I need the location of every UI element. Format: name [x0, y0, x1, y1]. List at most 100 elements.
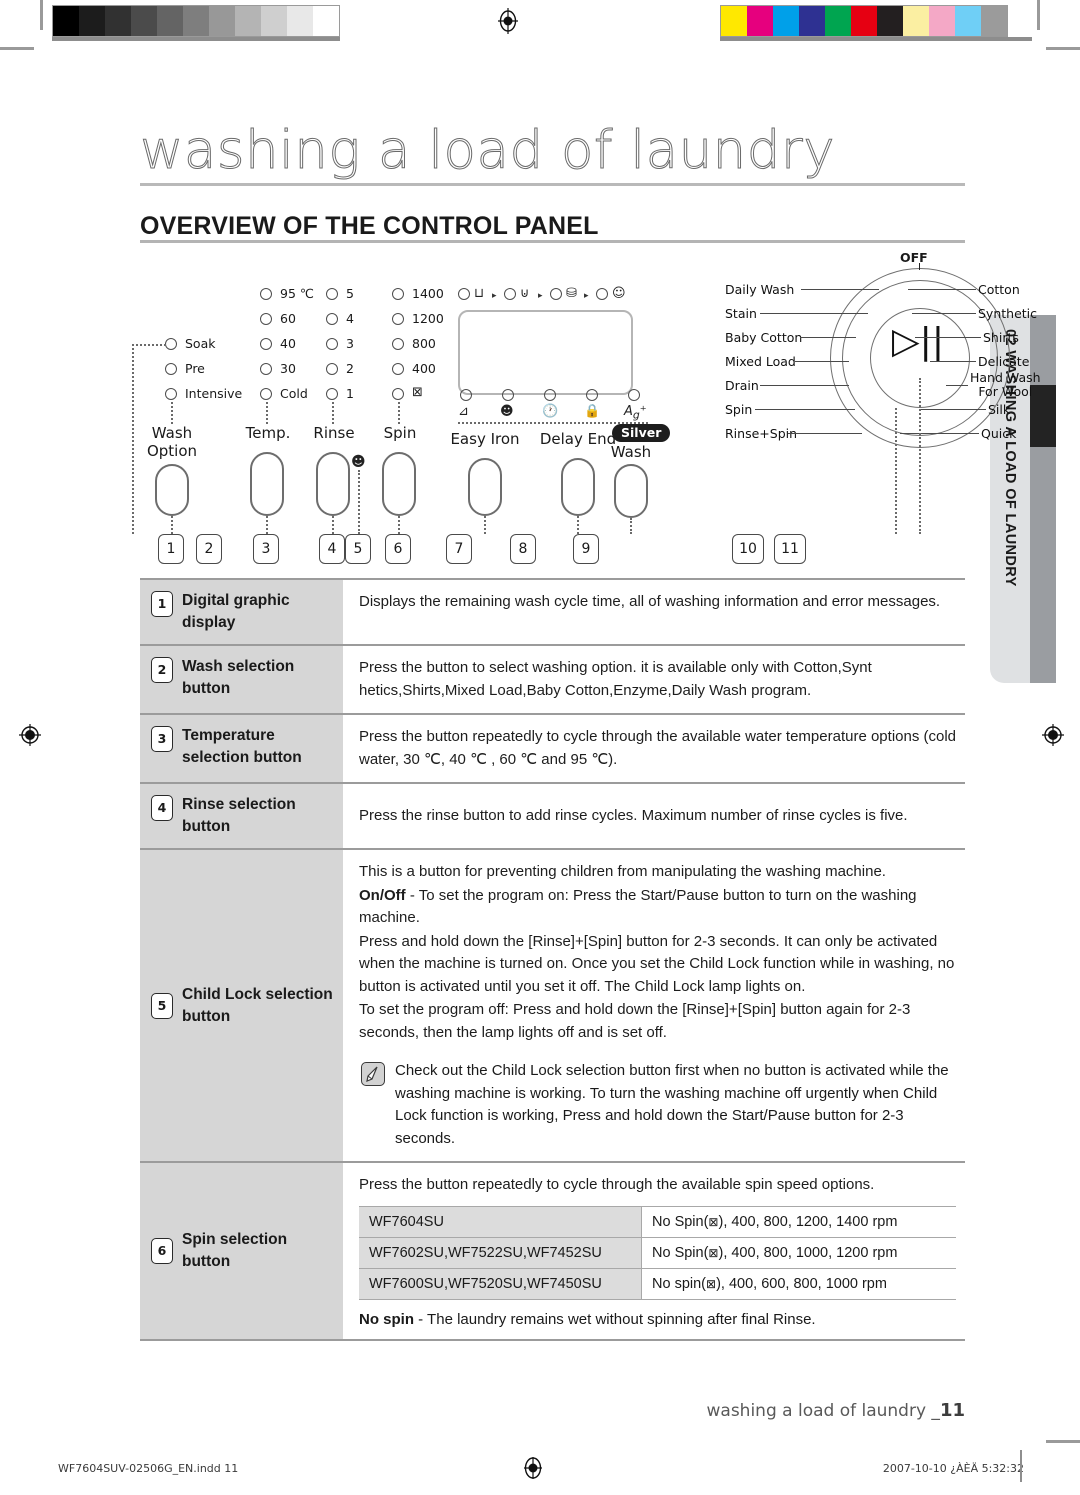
table-row-spin: 6 Spin selection button Press the button…	[140, 1163, 965, 1341]
calibration-swatch	[105, 6, 131, 36]
easy-iron-icon: ⊿	[458, 404, 469, 419]
row-label-cell: 6 Spin selection button	[140, 1163, 343, 1339]
status-led-child-lock-baby	[502, 389, 514, 401]
spin-speeds-suffix: ), 400, 800, 1200, 1400 rpm	[718, 1213, 898, 1230]
panel-column-head-rinse: Rinse	[313, 424, 355, 442]
dial-leader-silk	[920, 409, 986, 410]
row-description-cell: Press the button repeatedly to cycle thr…	[343, 715, 965, 782]
led-spin-400	[392, 363, 404, 375]
footer-edge-rule	[1020, 1450, 1022, 1482]
row-description-cell: Displays the remaining wash cycle time, …	[343, 580, 965, 644]
silver-ag-icon: Ag⁺	[624, 404, 647, 422]
spin-model: WF7600SU,WF7520SU,WF7450SU	[359, 1268, 642, 1299]
status-led-easy-iron	[460, 389, 472, 401]
led-label-rinse-3: 3	[346, 336, 354, 351]
dot-connector-temp2	[266, 516, 268, 534]
row-description-cell: Press the button to select washing optio…	[343, 646, 965, 713]
led-temp-30	[260, 363, 272, 375]
note-block: Check out the Child Lock selection butto…	[359, 1060, 957, 1150]
dial-leader-stain	[760, 313, 868, 314]
led-spin-1200	[392, 313, 404, 325]
led-label-spin-800: 800	[412, 336, 436, 351]
title-underline	[140, 183, 965, 186]
row-number: 1	[151, 591, 173, 617]
dial-label-baby-cotton: Baby Cotton	[725, 330, 803, 345]
row-label-cell: 3 Temperature selection button	[140, 715, 343, 782]
crop-tick-tr	[1046, 47, 1080, 50]
footer-file-name: WF7604SUV-02506G_EN.indd 11	[58, 1462, 239, 1475]
led-label-soak: Soak	[185, 336, 216, 351]
rinse-button[interactable]	[316, 452, 350, 516]
dial-leader-rinse-spin	[788, 433, 862, 434]
row-number: 4	[151, 795, 173, 821]
calibration-swatch	[903, 6, 929, 36]
spin-footnote: No spin - The laundry remains wet withou…	[359, 1311, 957, 1328]
led-label-temp-95: 95 ℃	[280, 286, 314, 301]
panel-column-head-wash-option: Wash Option	[146, 424, 198, 460]
registration-mark-left	[17, 722, 43, 748]
led-label-spin-400: 400	[412, 361, 436, 376]
dial-leader-drain	[760, 385, 849, 386]
calibration-swatch	[209, 6, 235, 36]
row-label-cell: 2 Wash selection button	[140, 646, 343, 713]
crop-tick-tl	[0, 47, 34, 50]
row-number: 3	[151, 726, 173, 752]
callout-11: 11	[774, 534, 806, 564]
spin-icon: ⛁	[566, 286, 577, 301]
calibration-swatch	[721, 6, 747, 36]
lock-icon: 🔒	[584, 404, 601, 419]
row-label-cell: 5 Child Lock selection button	[140, 850, 343, 1161]
play-pause-icon[interactable]: ▷||	[892, 324, 944, 360]
registration-mark-right	[1040, 722, 1066, 748]
led-label-spin-1200: 1200	[412, 311, 444, 326]
calibration-swatch	[773, 6, 799, 36]
dial-off-tick	[919, 263, 920, 270]
status-led-silver-ag	[628, 389, 640, 401]
calibration-swatch	[53, 6, 79, 36]
row-label: Wash selection button	[182, 658, 295, 697]
progress-led-end	[596, 288, 608, 300]
footer-timestamp: 2007-10-10 ¿ÀÈÄ 5:32:32	[882, 1462, 1024, 1475]
calibration-swatch	[79, 6, 105, 36]
calibration-swatch	[157, 6, 183, 36]
spin-speeds-suffix: ), 400, 800, 1000, 1200 rpm	[718, 1244, 898, 1261]
row-label-cell: 4 Rinse selection button	[140, 784, 343, 848]
progress-led-spin	[550, 288, 562, 300]
calibration-swatch	[799, 6, 825, 36]
spin-model: WF7602SU,WF7522SU,WF7452SU	[359, 1237, 642, 1268]
spin-speeds: No Spin(⊠), 400, 800, 1200, 1400 rpm	[642, 1207, 956, 1237]
led-label-temp-60: 60	[280, 311, 296, 326]
dial-leader-delicate	[930, 361, 976, 362]
spin-table-row: WF7600SU,WF7520SU,WF7450SU No spin(⊠), 4…	[359, 1268, 956, 1300]
row-description: Displays the remaining wash cycle time, …	[359, 593, 941, 610]
child-lock-onoff-bold: On/Off	[359, 886, 406, 904]
led-label-rinse-1: 1	[346, 386, 354, 401]
rinse-icon: ⊍	[520, 286, 530, 301]
spin-button[interactable]	[382, 452, 416, 516]
temp-button[interactable]	[250, 452, 284, 516]
callout-4: 4	[319, 534, 345, 564]
dot-connector-spin	[398, 402, 400, 424]
silver-wash-button[interactable]	[614, 464, 648, 518]
dial-leader-spin	[755, 409, 855, 410]
spin-speeds: No spin(⊠), 400, 600, 800, 1000 rpm	[642, 1269, 956, 1299]
spin-speeds-prefix: No Spin(	[652, 1213, 709, 1230]
dot-connector-silver	[630, 518, 632, 534]
spin-footnote-bold: No spin	[359, 1310, 414, 1328]
dial-leader-quick	[900, 433, 979, 434]
dot-connector-temp	[266, 402, 268, 424]
led-temp-60	[260, 313, 272, 325]
row-description-cell: This is a button for preventing children…	[343, 850, 965, 1161]
spin-model: WF7604SU	[359, 1206, 642, 1237]
delay-end-button[interactable]	[561, 458, 595, 516]
section-underline	[140, 240, 965, 243]
dial-leader-daily-wash	[801, 289, 879, 290]
easy-iron-button[interactable]	[468, 458, 502, 516]
calibration-swatch	[235, 6, 261, 36]
dot-connector-easyiron	[484, 516, 486, 534]
wash-option-button[interactable]	[155, 464, 189, 516]
spin-intro: Press the button repeatedly to cycle thr…	[359, 1176, 875, 1193]
note-pen-icon	[361, 1062, 385, 1086]
spin-speed-table: WF7604SU No Spin(⊠), 400, 800, 1200, 140…	[359, 1205, 956, 1300]
dial-label-drain: Drain	[725, 378, 759, 393]
